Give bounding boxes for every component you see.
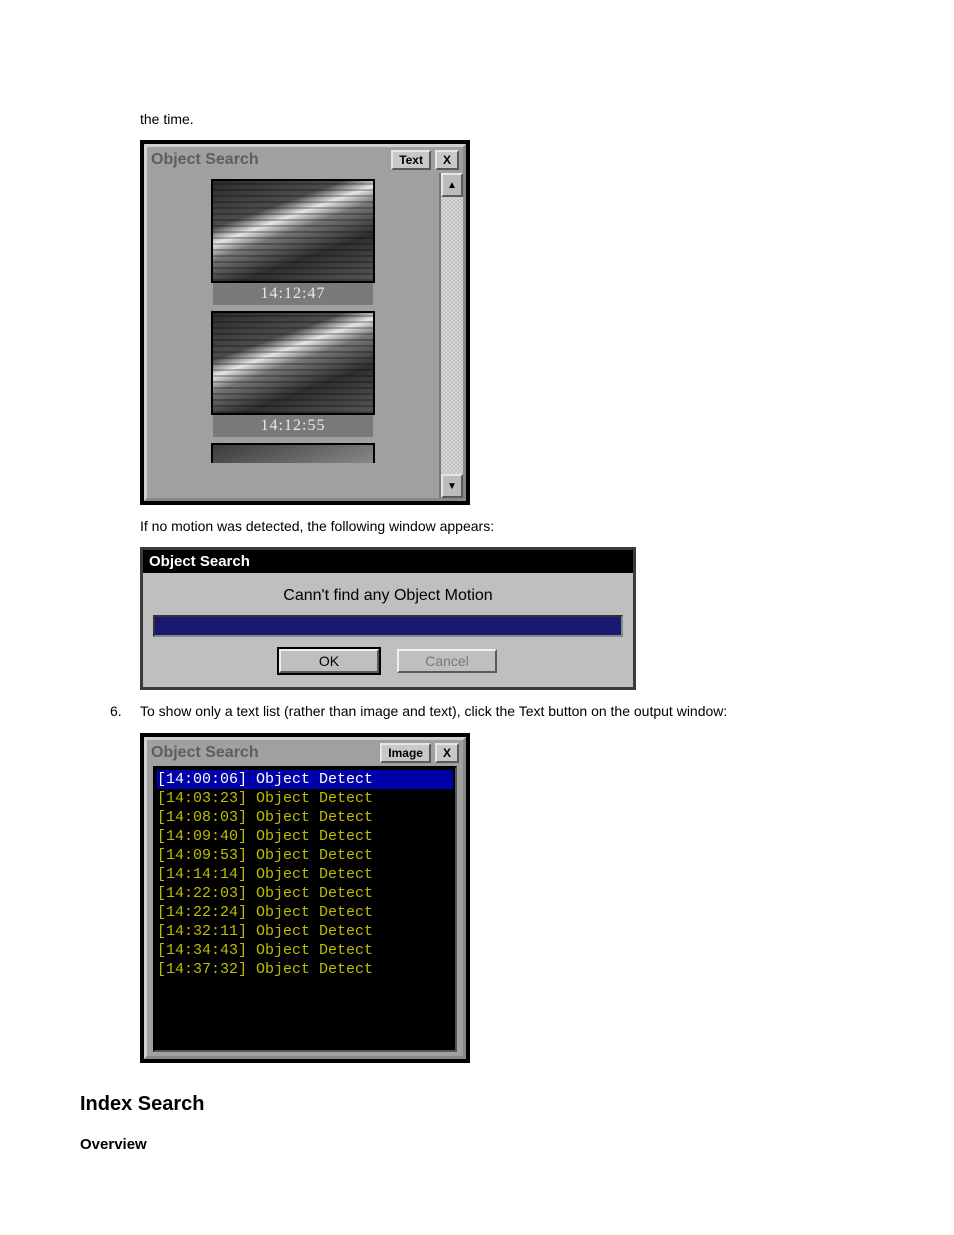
no-motion-text: If no motion was detected, the following… <box>140 517 874 535</box>
list-item[interactable]: [14:14:14] Object Detect <box>157 865 453 884</box>
step-text: To show only a text list (rather than im… <box>140 702 727 720</box>
text-mode-button[interactable]: Text <box>391 150 431 170</box>
object-search-thumbnails-window: Object Search Text X 14:12:47 14:12:55 <box>140 140 470 505</box>
thumbnail-partial <box>211 443 375 463</box>
scroll-up-icon[interactable]: ▲ <box>441 173 463 197</box>
object-search-textlist-window: Object Search Image X [14:00:06] Object … <box>140 733 470 1063</box>
text-list[interactable]: [14:00:06] Object Detect[14:03:23] Objec… <box>153 766 457 1052</box>
list-item[interactable]: [14:00:06] Object Detect <box>157 770 453 789</box>
ok-button[interactable]: OK <box>279 649 379 673</box>
object-search-modal: Object Search Cann't find any Object Mot… <box>140 547 636 690</box>
list-item[interactable]: [14:09:53] Object Detect <box>157 846 453 865</box>
list-item[interactable]: [14:09:40] Object Detect <box>157 827 453 846</box>
image-mode-button[interactable]: Image <box>380 743 431 763</box>
window-title: Object Search <box>151 151 387 169</box>
thumbnail-item[interactable]: 14:12:47 <box>213 179 373 305</box>
thumbnail-image <box>211 311 375 415</box>
list-item[interactable]: [14:22:24] Object Detect <box>157 903 453 922</box>
titlebar: Object Search Text X <box>147 147 463 173</box>
list-item[interactable]: [14:37:32] Object Detect <box>157 960 453 979</box>
scroll-down-icon[interactable]: ▼ <box>441 474 463 498</box>
cancel-button: Cancel <box>397 649 497 673</box>
thumbnail-item[interactable]: 14:12:55 <box>213 311 373 437</box>
list-item[interactable]: [14:32:11] Object Detect <box>157 922 453 941</box>
scrollbar[interactable]: ▲ ▼ <box>439 173 463 498</box>
heading-overview: Overview <box>80 1136 874 1153</box>
list-item[interactable]: [14:22:03] Object Detect <box>157 884 453 903</box>
close-button[interactable]: X <box>435 743 459 763</box>
progress-bar <box>153 615 623 637</box>
thumbnail-image <box>211 179 375 283</box>
list-item[interactable]: [14:03:23] Object Detect <box>157 789 453 808</box>
modal-title: Object Search <box>143 550 633 573</box>
intro-text: the time. <box>140 110 874 128</box>
titlebar: Object Search Image X <box>147 740 463 766</box>
list-item[interactable]: [14:34:43] Object Detect <box>157 941 453 960</box>
close-button[interactable]: X <box>435 150 459 170</box>
heading-index-search: Index Search <box>80 1093 874 1116</box>
thumbnail-time: 14:12:47 <box>213 283 373 305</box>
window-title: Object Search <box>151 744 376 762</box>
thumbnail-time: 14:12:55 <box>213 415 373 437</box>
modal-message: Cann't find any Object Motion <box>143 573 633 615</box>
thumbnail-list: 14:12:47 14:12:55 <box>147 173 439 498</box>
list-item[interactable]: [14:08:03] Object Detect <box>157 808 453 827</box>
step-number: 6. <box>110 702 140 720</box>
scroll-track[interactable] <box>441 197 463 474</box>
